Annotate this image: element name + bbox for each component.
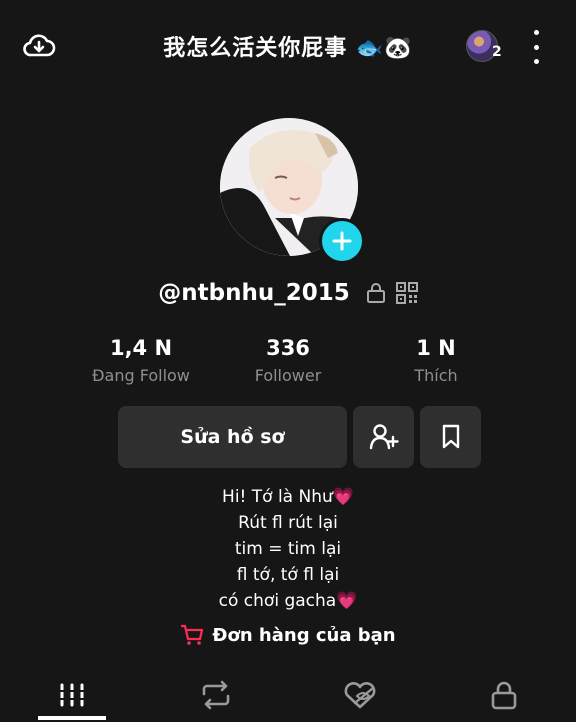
- tab-private[interactable]: [474, 678, 534, 712]
- profile-avatar-wrap: [220, 118, 365, 264]
- followers-count: 336: [266, 336, 310, 360]
- active-tab-indicator: [38, 716, 106, 720]
- lock-icon: [366, 282, 386, 304]
- cart-icon: [181, 624, 204, 645]
- more-options-button[interactable]: [526, 30, 546, 64]
- bio-line: Rút fl rút lại: [238, 513, 338, 533]
- tab-liked[interactable]: [330, 678, 390, 712]
- account-switcher[interactable]: 2: [462, 30, 506, 66]
- add-person-icon: [369, 424, 399, 450]
- followers-label: Follower: [254, 366, 322, 385]
- top-bar: 我怎么活关你屁事 🐟🐼 2: [0, 0, 576, 92]
- following-stat[interactable]: 1,4 N Đang Follow: [71, 336, 211, 385]
- following-count: 1,4 N: [109, 336, 173, 360]
- orders-label: Đơn hàng của bạn: [212, 624, 396, 646]
- bio-line: Hi! Tớ là Như💗: [222, 487, 354, 507]
- repost-icon: [202, 680, 230, 710]
- username-row: @ntbnhu_2015: [0, 280, 576, 306]
- bio-line: tim = tim lại: [234, 539, 342, 559]
- edit-profile-button[interactable]: Sửa hồ sơ: [118, 406, 347, 468]
- content-tabs: [0, 670, 576, 722]
- tab-videos[interactable]: [42, 678, 102, 712]
- orders-link[interactable]: Đơn hàng của bạn: [0, 624, 576, 646]
- bookmark-icon: [442, 424, 459, 449]
- username: @ntbnhu_2015: [158, 280, 350, 306]
- qr-code-icon[interactable]: [395, 282, 418, 304]
- bio-line: fl tớ, tớ fl lại: [236, 565, 340, 585]
- following-label: Đang Follow: [92, 366, 190, 385]
- notification-count: 2: [492, 44, 502, 60]
- add-avatar-button[interactable]: [319, 218, 365, 264]
- more-icon: [533, 30, 539, 35]
- likes-stat[interactable]: 1 N Thích: [366, 336, 506, 385]
- grid-icon: [58, 683, 86, 707]
- add-friend-button[interactable]: [353, 406, 414, 468]
- followers-stat[interactable]: 336 Follower: [218, 336, 358, 385]
- bio: Hi! Tớ là Như💗 Rút fl rút lại tim = tim …: [0, 484, 576, 614]
- bookmark-button[interactable]: [420, 406, 481, 468]
- tab-reposts[interactable]: [186, 678, 246, 712]
- likes-label: Thích: [414, 366, 458, 385]
- liked-hidden-icon: [344, 682, 376, 709]
- likes-count: 1 N: [416, 336, 456, 360]
- plus-icon: [332, 231, 352, 251]
- lock-icon: [491, 681, 517, 710]
- bio-line: có chơi gacha💗: [218, 591, 358, 611]
